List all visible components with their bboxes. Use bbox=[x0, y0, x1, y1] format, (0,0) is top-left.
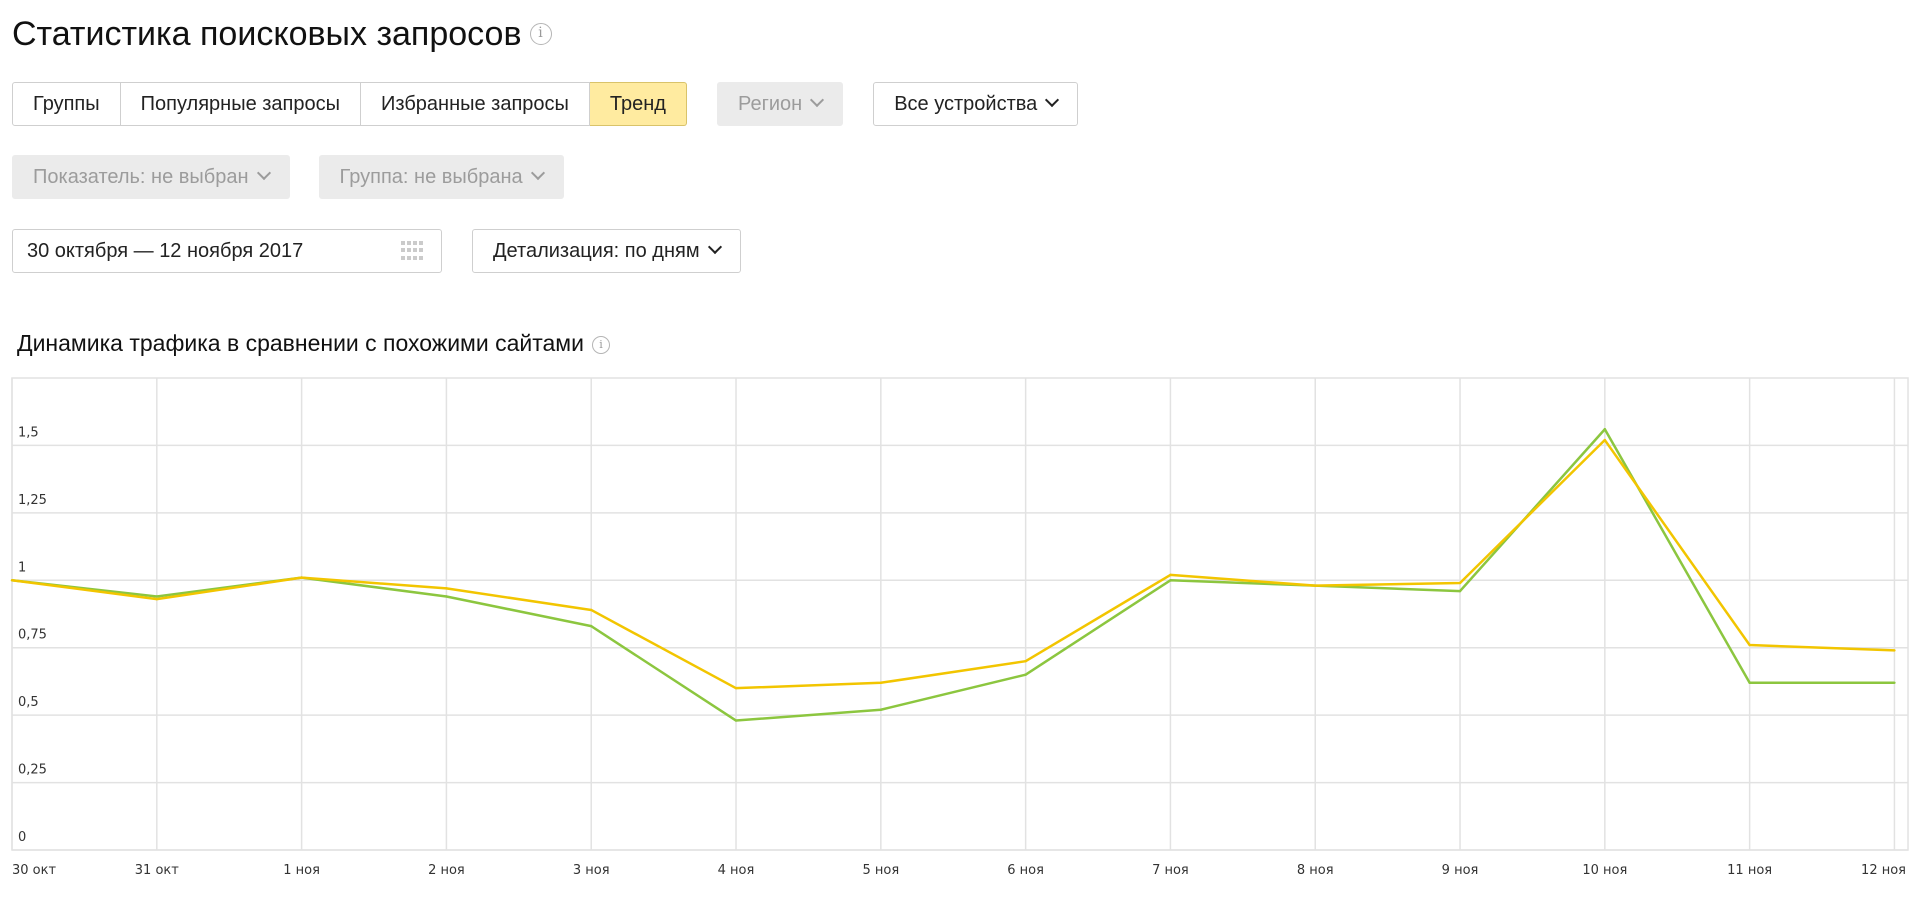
devices-label: Все устройства bbox=[894, 92, 1038, 115]
data-point bbox=[1748, 643, 1751, 647]
x-tick-label: 11 ноя bbox=[1727, 863, 1772, 878]
data-point bbox=[879, 681, 883, 684]
data-point bbox=[1169, 573, 1172, 577]
top-controls: Группы Популярные запросы Избранные запр… bbox=[12, 82, 1079, 126]
data-point bbox=[300, 576, 303, 579]
series-line-1 bbox=[11, 427, 1895, 722]
data-point bbox=[445, 595, 448, 598]
data-point bbox=[445, 587, 448, 590]
data-point bbox=[590, 608, 593, 612]
date-range-input[interactable]: 30 октября — 12 ноября 2017 bbox=[12, 229, 442, 273]
y-tick-label: 0,75 bbox=[18, 628, 47, 643]
x-tick-label: 1 ноя bbox=[283, 863, 320, 878]
data-point bbox=[1893, 681, 1896, 684]
x-tick-label: 3 ноя bbox=[573, 863, 610, 878]
data-point bbox=[1024, 660, 1027, 663]
x-tick-label: 7 ноя bbox=[1152, 863, 1189, 878]
y-tick-label: 1 bbox=[18, 560, 26, 575]
calendar-icon[interactable] bbox=[401, 241, 427, 261]
y-tick-label: 0,25 bbox=[18, 763, 47, 778]
data-point bbox=[10, 579, 14, 582]
group-dropdown[interactable]: Группа: не выбрана bbox=[318, 155, 564, 199]
chevron-down-icon bbox=[256, 165, 271, 181]
tab-popular-queries[interactable]: Популярные запросы bbox=[120, 82, 361, 126]
data-point bbox=[1169, 579, 1172, 582]
chevron-down-icon bbox=[707, 239, 722, 255]
group-label: Группа: не выбрана bbox=[339, 165, 523, 188]
date-controls: 30 октября — 12 ноября 2017 Детализация:… bbox=[12, 229, 741, 273]
info-icon[interactable]: i bbox=[529, 23, 552, 46]
chart-title: Динамика трафика в сравнении с похожими … bbox=[17, 330, 610, 357]
data-point bbox=[1603, 428, 1607, 431]
data-point bbox=[155, 597, 159, 601]
data-point bbox=[1748, 681, 1751, 684]
plot-frame bbox=[11, 377, 1909, 851]
metric-label: Показатель: не выбран bbox=[33, 165, 249, 188]
region-dropdown[interactable]: Регион bbox=[716, 82, 844, 126]
chevron-down-icon bbox=[530, 165, 545, 181]
y-tick-label: 1,5 bbox=[18, 425, 39, 440]
x-tick-label: 2 ноя bbox=[428, 863, 465, 878]
data-point bbox=[155, 595, 159, 598]
x-tick-label: 10 ноя bbox=[1582, 863, 1627, 878]
chevron-down-icon bbox=[810, 92, 825, 108]
report-tabs: Группы Популярные запросы Избранные запр… bbox=[12, 82, 687, 126]
x-tick-label: 12 ноя bbox=[1861, 863, 1906, 878]
data-point bbox=[734, 686, 738, 690]
filter-controls: Показатель: не выбран Группа: не выбрана bbox=[12, 155, 564, 199]
traffic-chart: 0 0,25 0,5 0,75 1 1,25 1,5 30 окт 31 окт 1 ноя 2 н… bbox=[10, 377, 1909, 878]
x-tick-label: 9 ноя bbox=[1442, 863, 1479, 878]
data-point bbox=[734, 719, 738, 722]
detail-label: Детализация: по дням bbox=[493, 239, 700, 262]
region-label: Регион bbox=[737, 92, 803, 115]
data-point bbox=[1603, 438, 1607, 442]
x-tick-label: 6 ноя bbox=[1007, 863, 1044, 878]
data-point bbox=[1314, 584, 1317, 587]
metric-dropdown[interactable]: Показатель: не выбран bbox=[12, 155, 290, 199]
detail-dropdown[interactable]: Детализация: по дням bbox=[472, 229, 741, 273]
chart-title-text: Динамика трафика в сравнении с похожими … bbox=[17, 330, 584, 356]
tab-favorite-queries[interactable]: Избранные запросы bbox=[361, 82, 590, 126]
data-point bbox=[1458, 581, 1462, 585]
data-point bbox=[1458, 589, 1462, 593]
tab-trend[interactable]: Тренд bbox=[589, 82, 687, 126]
date-range-value: 30 октября — 12 ноября 2017 bbox=[27, 239, 304, 262]
data-point bbox=[1893, 649, 1896, 652]
data-point bbox=[879, 708, 883, 711]
x-tick-label: 5 ноя bbox=[862, 863, 899, 878]
devices-dropdown[interactable]: Все устройства bbox=[873, 82, 1079, 126]
x-tick-label: 4 ноя bbox=[718, 863, 755, 878]
tab-groups[interactable]: Группы bbox=[12, 82, 121, 126]
series-line-2 bbox=[11, 438, 1895, 690]
y-tick-label: 1,25 bbox=[18, 493, 47, 508]
page-title: Статистика поисковых запросов i bbox=[12, 14, 552, 54]
page-title-text: Статистика поисковых запросов bbox=[12, 15, 522, 53]
info-icon[interactable]: i bbox=[591, 335, 610, 354]
chevron-down-icon bbox=[1045, 92, 1060, 108]
y-tick-label: 0,5 bbox=[18, 695, 39, 710]
data-point bbox=[590, 624, 593, 628]
x-tick-label: 30 окт bbox=[12, 863, 56, 878]
data-point bbox=[1024, 673, 1027, 676]
x-tick-label: 8 ноя bbox=[1297, 863, 1334, 878]
chart-grid bbox=[11, 377, 1909, 851]
x-tick-label: 31 окт bbox=[135, 863, 179, 878]
y-tick-label: 0 bbox=[18, 830, 26, 845]
